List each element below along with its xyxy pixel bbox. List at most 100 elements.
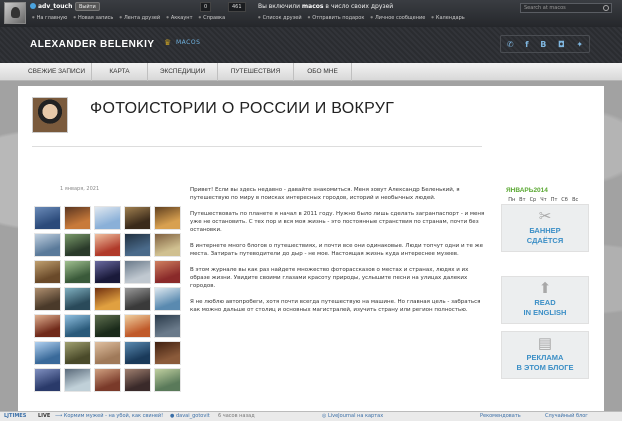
- photo-thumbnail[interactable]: [94, 314, 121, 338]
- link-send-gift[interactable]: Отправить подарок: [308, 15, 364, 21]
- user-icon: [30, 3, 36, 9]
- arrow-right-icon: ⟶: [55, 413, 64, 419]
- photo-thumbnail[interactable]: [94, 287, 121, 311]
- link-private-message[interactable]: Личное сообщение: [370, 15, 425, 21]
- photo-thumbnail[interactable]: [34, 314, 61, 338]
- photo-thumbnail[interactable]: [64, 341, 91, 365]
- blog-title[interactable]: ALEXANDER BELENKIY: [30, 39, 155, 50]
- photo-thumbnail[interactable]: [94, 368, 121, 392]
- photo-thumbnail[interactable]: [64, 206, 91, 230]
- friends-count[interactable]: 461: [228, 2, 246, 12]
- logout-button[interactable]: Выйти: [75, 2, 100, 11]
- photo-thumbnail[interactable]: [124, 260, 151, 284]
- link-new-post[interactable]: Новая запись: [73, 15, 113, 21]
- post-body: Привет! Если вы здесь недавно - давайте …: [190, 186, 490, 321]
- crown-icon: ♛: [164, 38, 172, 47]
- friends-status: Вы включили macos в число своих друзей: [258, 3, 394, 10]
- friend-actions: Список друзей Отправить подарок Личное с…: [258, 15, 465, 21]
- link-account[interactable]: Аккаунт: [166, 15, 193, 21]
- photo-thumbnail[interactable]: [124, 206, 151, 230]
- link-friend-list[interactable]: Список друзей: [258, 15, 302, 21]
- banner-advertising[interactable]: ▤ РЕКЛАМА В ЭТОМ БЛОГЕ: [501, 331, 589, 379]
- tab-travels[interactable]: ПУТЕШЕСТВИЯ: [218, 63, 294, 81]
- photo-thumbnail[interactable]: [124, 233, 151, 257]
- photo-thumbnail[interactable]: [154, 287, 181, 311]
- photo-thumbnail[interactable]: [124, 368, 151, 392]
- photo-thumbnail[interactable]: [34, 260, 61, 284]
- tab-about[interactable]: ОБО МНЕ: [294, 63, 352, 81]
- facebook-icon[interactable]: f: [525, 40, 528, 49]
- lj-links: На главную Новая запись Лента друзей Акк…: [32, 15, 226, 21]
- scissors-icon: ✂: [538, 208, 552, 225]
- photo-grid: [34, 206, 184, 392]
- photo-thumbnail[interactable]: [154, 368, 181, 392]
- friend-user-link[interactable]: macos: [302, 3, 324, 10]
- post-title: ФОТОИСТОРИИ О РОССИИ И ВОКРУГ: [90, 100, 395, 117]
- tab-expeditions[interactable]: ЭКСПЕДИЦИИ: [148, 63, 218, 81]
- photo-thumbnail[interactable]: [94, 260, 121, 284]
- link-calendar[interactable]: Календарь: [431, 15, 465, 21]
- photo-thumbnail[interactable]: [124, 287, 151, 311]
- photo-thumbnail[interactable]: [94, 341, 121, 365]
- link-help[interactable]: Справка: [198, 15, 225, 21]
- photo-thumbnail[interactable]: [64, 368, 91, 392]
- blog-username[interactable]: MACOS: [176, 39, 200, 46]
- photo-thumbnail[interactable]: [34, 341, 61, 365]
- search-icon[interactable]: [603, 5, 609, 11]
- banner-for-rent[interactable]: ✂ БАННЕР СДАЁТСЯ: [501, 204, 589, 252]
- arrow-icon: ⬆: [538, 280, 552, 297]
- photo-thumbnail[interactable]: [154, 260, 181, 284]
- post-date: 1 января, 2021: [60, 186, 100, 192]
- photo-thumbnail[interactable]: [124, 341, 151, 365]
- vk-icon[interactable]: B: [540, 40, 546, 49]
- photo-thumbnail[interactable]: [64, 287, 91, 311]
- photo-thumbnail[interactable]: [94, 233, 121, 257]
- recommend-link[interactable]: Рекомендовать: [480, 412, 521, 421]
- photo-thumbnail[interactable]: [124, 314, 151, 338]
- photo-thumbnail[interactable]: [154, 341, 181, 365]
- photo-thumbnail[interactable]: [34, 206, 61, 230]
- skype-icon[interactable]: ✆: [507, 40, 514, 49]
- photo-thumbnail[interactable]: [34, 368, 61, 392]
- ljtimes-logo[interactable]: LJTIMES: [4, 412, 26, 421]
- post-paragraph: Путешествовать по планете я начал в 2011…: [190, 210, 485, 234]
- instagram-icon[interactable]: ◘: [558, 40, 565, 49]
- search-input[interactable]: Search at macos: [520, 3, 612, 13]
- photo-thumbnail[interactable]: [64, 314, 91, 338]
- post-paragraph: Я не люблю автопробеги, хотя почти всегд…: [190, 298, 481, 313]
- link-home[interactable]: На главную: [32, 15, 68, 21]
- tab-recent[interactable]: СВЕЖИЕ ЗАПИСИ: [22, 63, 92, 81]
- headline-link[interactable]: ⟶ Кормим мужей - на убой, как свиней!: [55, 412, 163, 421]
- lj-top-bar: adv_touch Выйти 0 461 На главную Новая з…: [0, 0, 622, 27]
- twitter-icon[interactable]: ✦: [576, 40, 583, 49]
- photo-thumbnail[interactable]: [154, 314, 181, 338]
- headline-user-link[interactable]: ● davai_gotovit: [170, 412, 210, 421]
- photo-thumbnail[interactable]: [64, 260, 91, 284]
- content-page: ФОТОИСТОРИИ О РОССИИ И ВОКРУГ 1 января, …: [18, 86, 604, 411]
- calendar-month[interactable]: ЯНВАРЬ2014: [506, 187, 581, 194]
- blog-header: ALEXANDER BELENKIY ♛ MACOS ✆ f B ◘ ✦: [0, 27, 622, 63]
- post-avatar: [32, 97, 68, 133]
- photo-thumbnail[interactable]: [94, 206, 121, 230]
- document-icon: ▤: [537, 335, 553, 352]
- post-paragraph: В этом журнале вы как раз найдете множес…: [190, 266, 469, 289]
- photo-thumbnail[interactable]: [154, 233, 181, 257]
- post-paragraph: Привет! Если вы здесь недавно - давайте …: [190, 187, 460, 202]
- main-nav: СВЕЖИЕ ЗАПИСИ КАРТА ЭКСПЕДИЦИИ ПУТЕШЕСТВ…: [0, 63, 622, 81]
- lj-map-link[interactable]: ◎ LiveJournal на картах: [322, 412, 383, 421]
- username-link[interactable]: adv_touch: [30, 3, 72, 10]
- photo-thumbnail[interactable]: [154, 206, 181, 230]
- photo-thumbnail[interactable]: [34, 233, 61, 257]
- live-label: LIVE: [38, 413, 51, 419]
- messages-count[interactable]: 0: [200, 2, 212, 12]
- random-blog-link[interactable]: Случайный блог: [545, 412, 588, 421]
- link-friends-feed[interactable]: Лента друзей: [119, 15, 160, 21]
- photo-thumbnail[interactable]: [64, 233, 91, 257]
- headline-time: 6 часов назад: [218, 413, 255, 419]
- banner-read-english[interactable]: ⬆ READ IN ENGLISH: [501, 276, 589, 324]
- post-paragraph: В интернете много блогов о путешествиях,…: [190, 242, 483, 257]
- user-avatar[interactable]: [4, 2, 26, 24]
- tab-map[interactable]: КАРТА: [92, 63, 148, 81]
- photo-thumbnail[interactable]: [34, 287, 61, 311]
- social-links: ✆ f B ◘ ✦: [500, 35, 590, 53]
